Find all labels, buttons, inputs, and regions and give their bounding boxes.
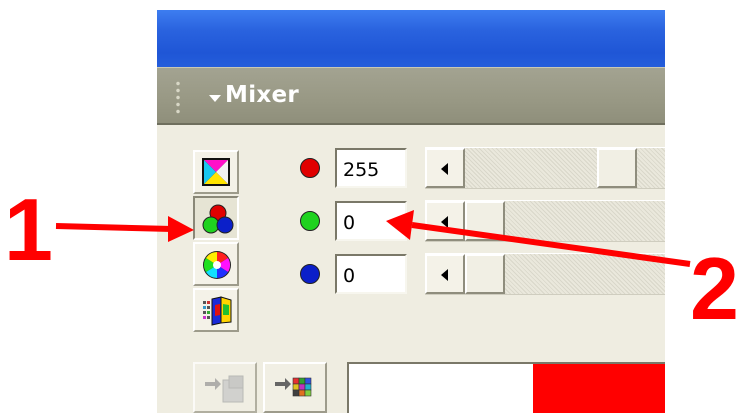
annotation-arrow-1 bbox=[55, 216, 194, 242]
annotation-arrows bbox=[55, 210, 691, 267]
annotation-arrow-2 bbox=[386, 210, 691, 267]
